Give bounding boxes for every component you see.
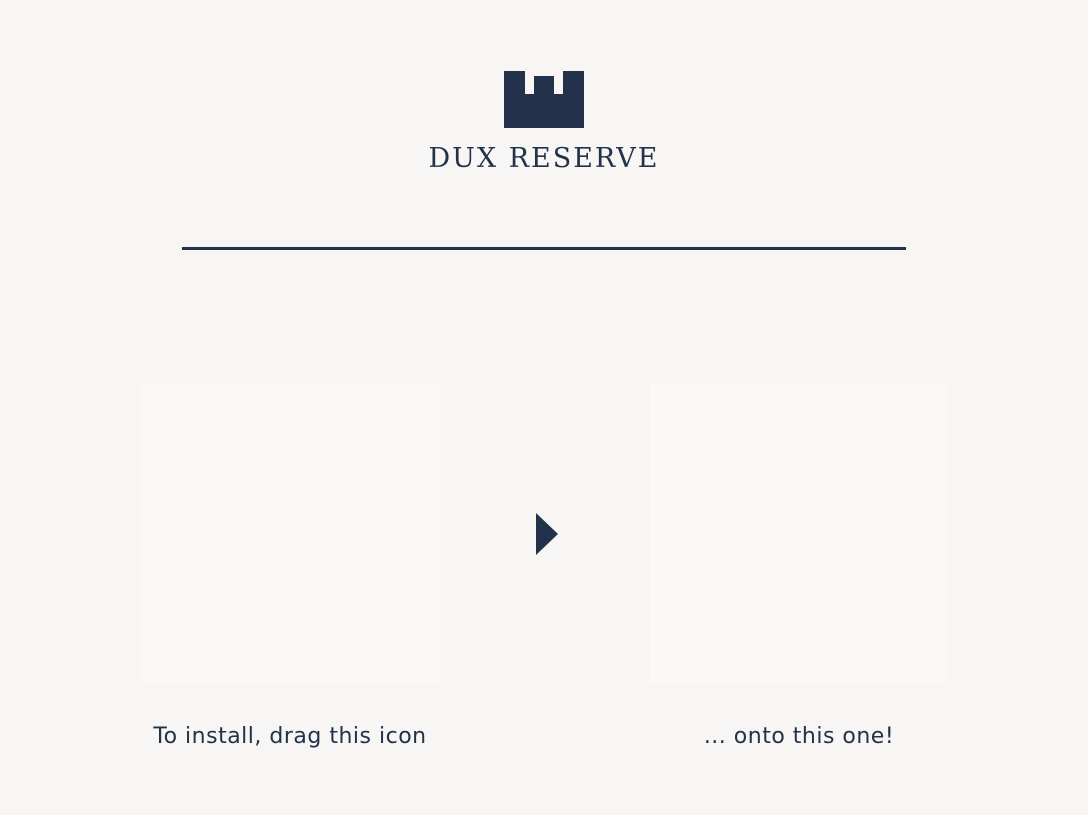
drop-instruction-label: ... onto this one!: [703, 724, 895, 749]
drag-instruction-label: To install, drag this icon: [153, 724, 427, 749]
applications-folder-drop-target[interactable]: [650, 384, 948, 682]
brand-name: DUX RESERVE: [428, 143, 660, 174]
app-icon-drag-source[interactable]: [141, 384, 439, 682]
header-divider: [182, 247, 906, 250]
arrow-right-icon: [536, 513, 558, 555]
castle-logo-icon: [504, 71, 584, 128]
